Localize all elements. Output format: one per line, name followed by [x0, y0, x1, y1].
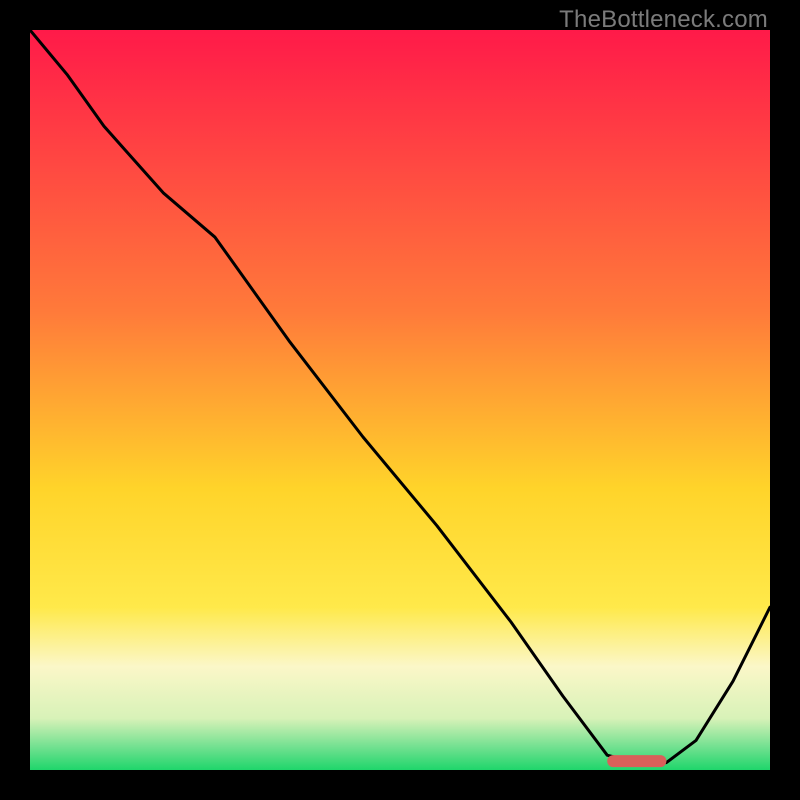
gradient-background [30, 30, 770, 770]
bottleneck-chart [30, 30, 770, 770]
optimal-range-marker [607, 755, 666, 767]
chart-frame [30, 30, 770, 770]
